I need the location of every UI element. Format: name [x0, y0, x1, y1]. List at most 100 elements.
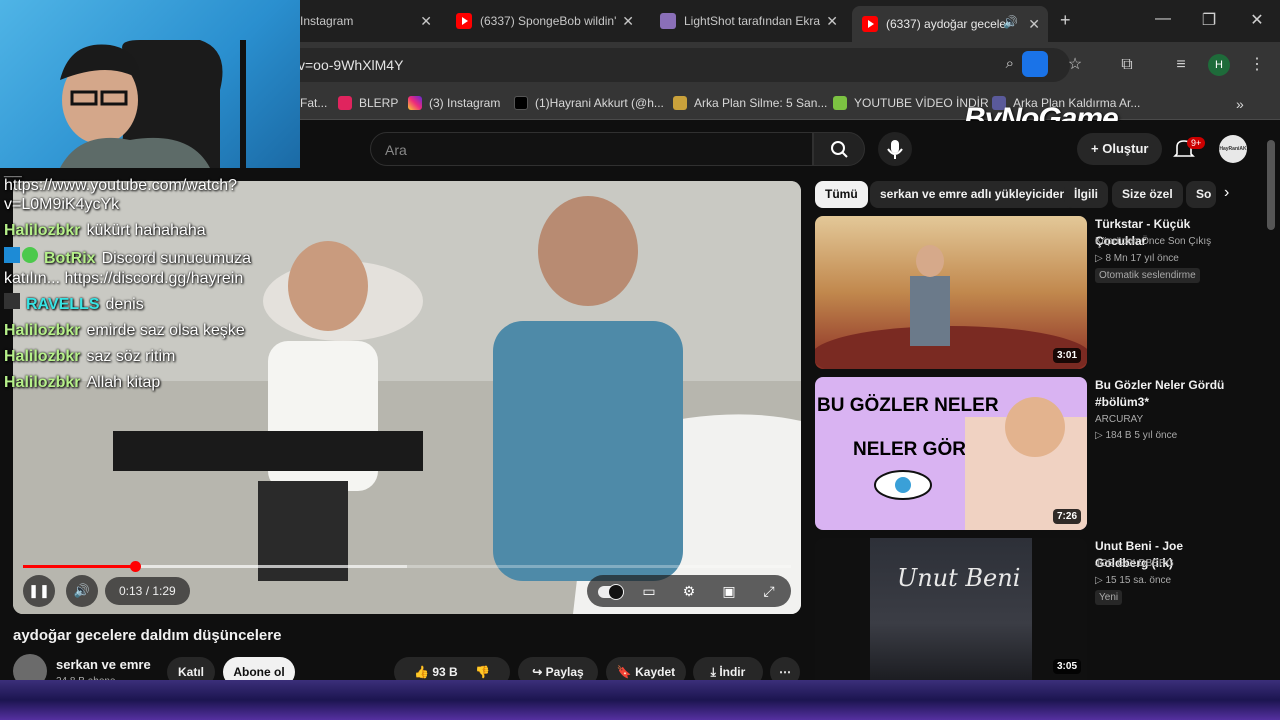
stream-chat-overlay: __ https://www.youtube.com/watch? v=L0M9…	[4, 162, 294, 396]
download-arrow-icon	[833, 96, 847, 110]
new-tab-button[interactable]: +	[1060, 10, 1071, 31]
bookmark-item[interactable]: BLERP	[338, 96, 398, 110]
bookmark-item[interactable]: Arka Plan Silme: 5 San...	[673, 96, 827, 110]
chat-username: Halilozbkr	[4, 222, 81, 239]
close-window-icon[interactable]: ✕	[1234, 10, 1280, 30]
volume-button[interactable]: 🔊	[66, 575, 98, 607]
recommendation-channel[interactable]: JOE GOLDBERG	[1095, 558, 1174, 569]
pause-button[interactable]: ❚❚	[23, 575, 55, 607]
channel-name[interactable]: serkan ve emre	[56, 657, 151, 672]
instagram-icon	[408, 96, 422, 110]
bookmark-item[interactable]: Fat...	[300, 96, 327, 110]
install-app-icon[interactable]	[1022, 51, 1048, 77]
dubbing-badge: Otomatik seslendirme	[1095, 268, 1200, 283]
maximize-icon[interactable]: ❐	[1186, 10, 1232, 30]
speaker-icon[interactable]: 🔊	[1003, 15, 1018, 29]
video-thumbnail[interactable]: 3:01	[815, 216, 1087, 369]
video-title: aydoğar gecelere daldım düşüncelere	[13, 627, 282, 644]
thumbs-up-icon[interactable]: 👍	[414, 665, 429, 679]
progress-bar[interactable]	[23, 561, 791, 572]
chat-text: Discord sunucumuza katılın... https://di…	[4, 250, 251, 287]
page-scrollbar[interactable]	[1267, 140, 1275, 230]
video-thumbnail[interactable]: Unut Beni 3:05	[815, 538, 1087, 680]
chip-from-uploader[interactable]: serkan ve emre adlı yükleyiciden	[870, 181, 1077, 208]
share-label: Paylaş	[545, 665, 584, 679]
chip-all[interactable]: Tümü	[815, 181, 868, 208]
chat-message: Halilozbkr emirde saz olsa keşke	[4, 318, 294, 344]
thumbnail-art	[815, 245, 1087, 369]
chip-partial[interactable]: So	[1186, 181, 1216, 208]
stream-bottom-overlay	[0, 680, 1280, 720]
webcam-overlay	[0, 0, 300, 168]
youtube-icon	[456, 13, 472, 29]
bot-icon	[4, 247, 20, 263]
recommendation-card[interactable]: BU GÖZLER NELER NELER GÖRDÜ 7:26 Bu Gözl…	[815, 377, 1235, 532]
recommendation-title[interactable]: Bu Gözler Neler Gördü #bölüm3*	[1095, 377, 1235, 411]
video-thumbnail[interactable]: BU GÖZLER NELER NELER GÖRDÜ 7:26	[815, 377, 1087, 530]
player-right-controls: ▭ ⚙ ▣ ⤢	[587, 575, 791, 607]
recommendation-card[interactable]: Unut Beni 3:05 Unut Beni - Joe Goldberg …	[815, 538, 1235, 680]
tab-label: (6337) SpongeBob wildin'	[480, 14, 617, 28]
tab-aydogar-active[interactable]: (6337) aydoğar gecele 🔊 ✕	[852, 6, 1048, 42]
tab-lightshot[interactable]: LightShot tarafından Ekra ✕	[650, 6, 846, 36]
bookmark-item[interactable]: (1)Hayrani Akkurt (@h...	[514, 96, 664, 110]
chat-message: https://www.youtube.com/watch? v=L0M9iK4…	[4, 176, 294, 214]
duration-badge: 3:05	[1052, 659, 1081, 674]
thumbs-down-icon[interactable]: 👎	[475, 665, 490, 679]
recommendation-meta: ▷ 15 15 sa. önce	[1095, 575, 1172, 586]
notification-badge: 9+	[1187, 137, 1206, 149]
streamer-image	[60, 40, 246, 168]
recommendation-channel[interactable]: ARCURAY	[1095, 414, 1143, 425]
chat-text: kükürt hahahaha	[86, 222, 206, 239]
search-input[interactable]: Ara	[370, 132, 813, 166]
chat-username: Halilozbkr	[4, 374, 81, 391]
voice-search-button[interactable]	[878, 132, 912, 166]
profile-avatar[interactable]: H	[1208, 54, 1230, 76]
minimize-icon[interactable]: —	[1140, 10, 1186, 28]
microphone-icon	[887, 140, 903, 159]
extensions-icon[interactable]: ⧉	[1116, 54, 1138, 76]
close-icon[interactable]: ✕	[420, 13, 432, 30]
thumbnail-art	[874, 397, 1087, 530]
close-icon[interactable]: ✕	[1028, 16, 1040, 33]
chip-related[interactable]: İlgili	[1064, 181, 1108, 208]
recommendation-card[interactable]: 3:01 Türkstar - Küçük Çocuklar Köprüden …	[815, 216, 1235, 371]
like-count[interactable]: 93 B	[432, 665, 457, 679]
fullscreen-icon[interactable]: ⤢	[759, 581, 779, 601]
tab-instagram[interactable]: Instagram ✕	[290, 6, 440, 36]
create-label: Oluştur	[1102, 141, 1149, 156]
media-controls-icon[interactable]: ≡	[1170, 54, 1192, 76]
url-text: v=oo-9WhXlM4Y	[298, 57, 404, 73]
moderator-badge-icon	[4, 293, 20, 309]
star-icon[interactable]: ☆	[1064, 54, 1086, 76]
chat-message: RAVELLS denis	[4, 292, 294, 318]
recommendation-meta: ▷ 8 Mn 17 yıl önce	[1095, 253, 1179, 264]
chat-text: emirde saz olsa keşke	[86, 322, 245, 339]
search-button[interactable]	[813, 132, 865, 166]
subtitles-icon[interactable]: ▭	[639, 581, 659, 601]
recommendation-meta: ▷ 184 B 5 yıl önce	[1095, 430, 1178, 441]
avatar[interactable]: HayRaniAK	[1219, 135, 1247, 163]
theater-mode-icon[interactable]: ▣	[719, 581, 739, 601]
autoplay-toggle[interactable]	[597, 581, 625, 601]
bookmark-icon: 🔖	[616, 665, 636, 679]
chat-username: Halilozbkr	[4, 348, 81, 365]
settings-gear-icon[interactable]: ⚙	[679, 581, 699, 601]
menu-kebab-icon[interactable]: ⋮	[1246, 54, 1268, 76]
duration-badge: 3:01	[1052, 348, 1081, 363]
recommendation-channel[interactable]: Köprüden Önce Son Çıkış	[1095, 236, 1211, 247]
thumbnail-art	[870, 538, 1032, 680]
create-button[interactable]: + Oluştur	[1077, 133, 1163, 165]
chevron-right-icon[interactable]: ›	[1224, 184, 1229, 202]
bookmark-item[interactable]: (3) Instagram	[408, 96, 500, 110]
search-placeholder: Ara	[385, 142, 407, 158]
progress-played	[23, 565, 136, 568]
chip-for-you[interactable]: Size özel	[1112, 181, 1183, 208]
tab-spongebob[interactable]: (6337) SpongeBob wildin' ✕	[446, 6, 642, 36]
save-label: Kaydet	[635, 665, 676, 679]
close-icon[interactable]: ✕	[622, 13, 634, 30]
zoom-icon[interactable]: ⌕	[1006, 55, 1014, 72]
address-bar[interactable]: v=oo-9WhXlM4Y ⌕	[250, 48, 1070, 82]
close-icon[interactable]: ✕	[826, 13, 838, 30]
bookmarks-overflow-icon[interactable]: »	[1236, 96, 1244, 112]
